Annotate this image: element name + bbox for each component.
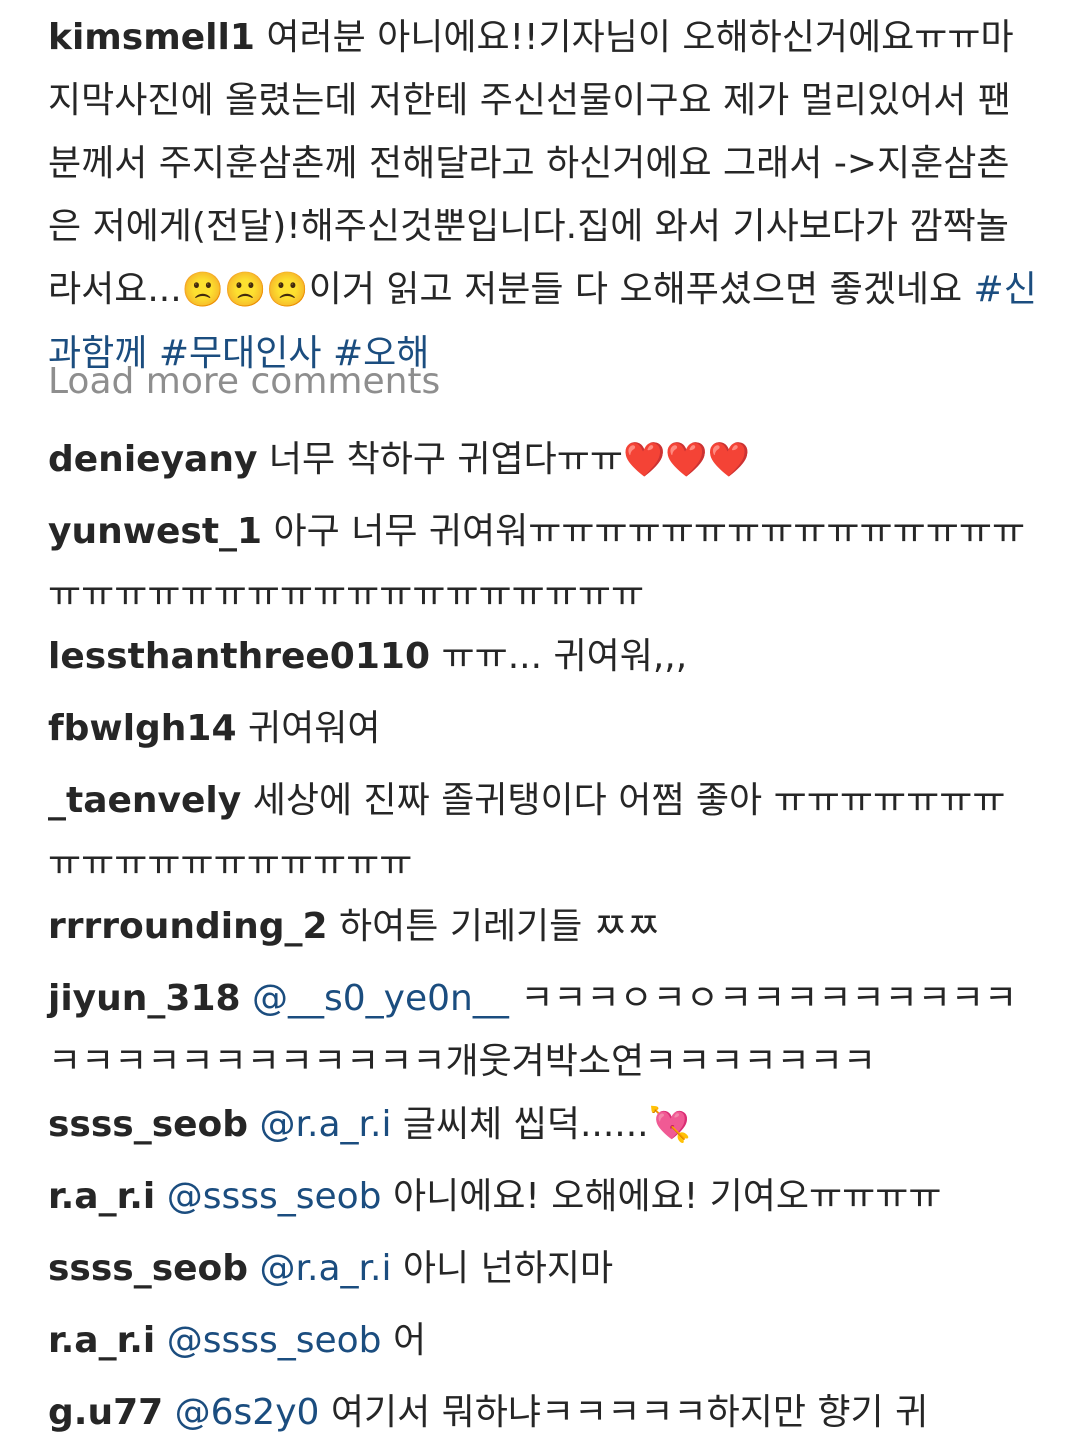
comment-item: ssss_seob @r.a_r.i 아니 넌하지마 (48, 1237, 1038, 1300)
comment-username[interactable]: ssss_seob (48, 1248, 248, 1289)
comment-text: 하여튼 기레기들 ㅉㅉ (339, 906, 660, 947)
comment-item: ssss_seob @r.a_r.i 글씨체 씹덕......💘 (48, 1093, 1038, 1157)
comment-username[interactable]: rrrrounding_2 (48, 906, 328, 947)
comment-mention[interactable]: @r.a_r.i (260, 1248, 392, 1289)
comment-item: denieyany 너무 착하구 귀엽다ㅠㅠ❤️❤️❤️ (48, 428, 1038, 492)
caption-comment: kimsmell1 여러분 아니에요!!기자님이 오해하신거에요ㅠㅠ마지막사진에… (48, 6, 1038, 385)
comment-text: 어 (392, 1320, 427, 1361)
caption-text-part1: 여러분 아니에요!!기자님이 오해하신거에요ㅠㅠ마지막사진에 올렸는데 저한테 … (48, 17, 1014, 310)
comment-mention[interactable]: @6s2y0 (175, 1392, 320, 1433)
worried-face-emoji-icon: 🙁🙁🙁 (181, 270, 309, 310)
comment-username[interactable]: r.a_r.i (48, 1176, 155, 1217)
comment-item: rrrrounding_2 하여튼 기레기들 ㅉㅉ (48, 895, 1038, 958)
comment-mention[interactable]: @r.a_r.i (260, 1104, 392, 1145)
comment-username[interactable]: denieyany (48, 439, 257, 480)
comment-item: _taenvely 세상에 진짜 졸귀탱이다 어쩜 좋아 ㅠㅠㅠㅠㅠㅠㅠㅠㅠㅠㅠ… (48, 769, 1038, 895)
comment-mention[interactable]: @__s0_ye0n__ (252, 978, 509, 1019)
heart-with-arrow-emoji-icon: 💘 (648, 1105, 691, 1145)
comment-username[interactable]: ssss_seob (48, 1104, 248, 1145)
comment-item: jiyun_318 @__s0_ye0n__ ㅋㅋㅋㅇㅋㅇㅋㅋㅋㅋㅋㅋㅋㅋㅋㅋㅋ… (48, 967, 1038, 1093)
comment-item: yunwest_1 아구 너무 귀여워ㅠㅠㅠㅠㅠㅠㅠㅠㅠㅠㅠㅠㅠㅠㅠㅠㅠㅠㅠㅠㅠ… (48, 500, 1038, 626)
comment-item: lessthanthree0110 ㅠㅠ... 귀여워,,, (48, 625, 1038, 688)
comment-text: 귀여워여 (247, 708, 381, 749)
comment-text: 글씨체 씹덕...... (402, 1104, 649, 1145)
comment-username[interactable]: r.a_r.i (48, 1320, 155, 1361)
comment-text: 여기서 뭐하냐ㅋㅋㅋㅋㅋ하지만 향기 귀 (330, 1392, 929, 1433)
comment-username[interactable]: fbwlgh14 (48, 708, 237, 749)
heart-emoji-icon: ❤️❤️❤️ (622, 440, 750, 480)
load-more-comments-link[interactable]: Load more comments (48, 357, 440, 407)
comment-text: 아니 넌하지마 (402, 1248, 614, 1289)
comment-text: 아니에요! 오해에요! 기여오ㅠㅠㅠㅠ (392, 1176, 942, 1217)
comment-username[interactable]: lessthanthree0110 (48, 636, 430, 677)
comment-item: g.u77 @6s2y0 여기서 뭐하냐ㅋㅋㅋㅋㅋ하지만 향기 귀 (48, 1381, 1038, 1444)
comment-username[interactable]: jiyun_318 (48, 978, 241, 1019)
comment-mention[interactable]: @ssss_seob (167, 1176, 382, 1217)
comment-text: ㅠㅠ... 귀여워,,, (441, 636, 688, 677)
comment-item: fbwlgh14 귀여워여 (48, 697, 1038, 760)
comment-username[interactable]: g.u77 (48, 1392, 163, 1433)
comment-item: r.a_r.i @ssss_seob 어 (48, 1309, 1038, 1372)
comment-text: 너무 착하구 귀엽다ㅠㅠ (268, 439, 623, 480)
comments-screen: kimsmell1 여러분 아니에요!!기자님이 오해하신거에요ㅠㅠ마지막사진에… (0, 0, 1080, 1441)
comment-mention[interactable]: @ssss_seob (167, 1320, 382, 1361)
caption-text-part2: 이거 읽고 저분들 다 오해푸셨으면 좋겠네요 (308, 269, 974, 310)
comment-username[interactable]: yunwest_1 (48, 511, 262, 552)
comment-username[interactable]: _taenvely (48, 780, 241, 821)
caption-username[interactable]: kimsmell1 (48, 17, 255, 58)
comment-item: r.a_r.i @ssss_seob 아니에요! 오해에요! 기여오ㅠㅠㅠㅠ (48, 1165, 1038, 1228)
